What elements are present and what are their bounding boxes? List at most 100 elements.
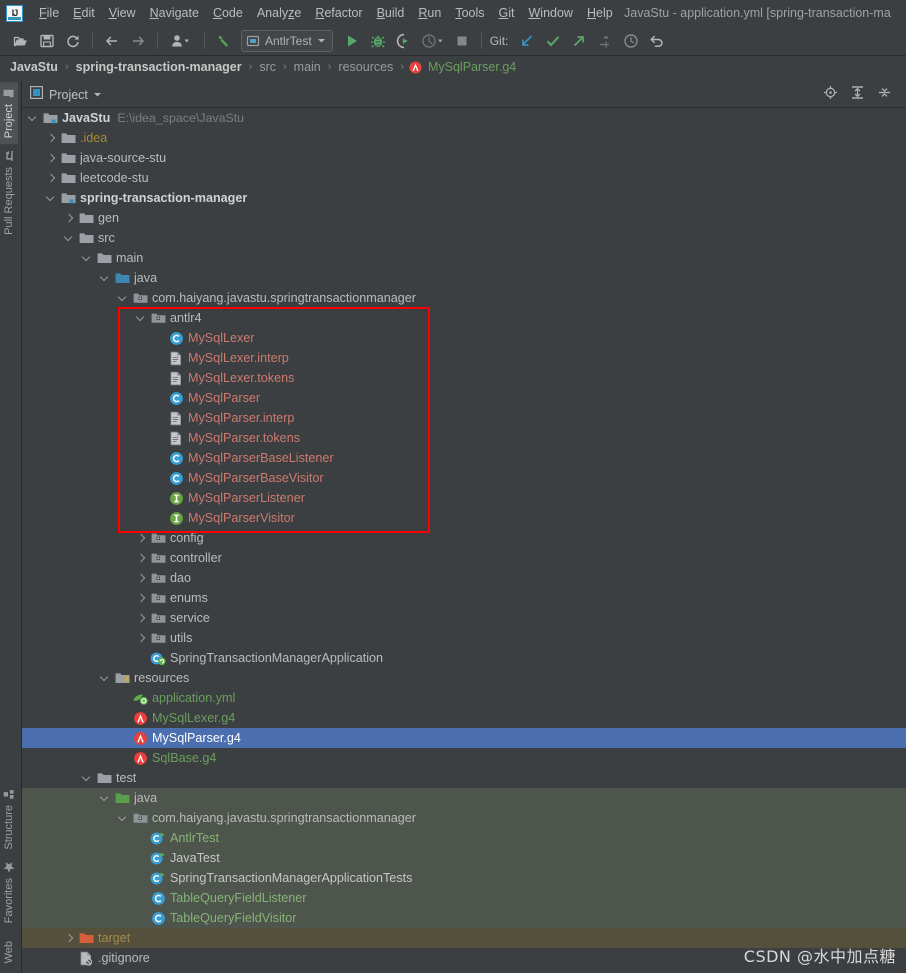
collapse-all-icon[interactable] [877, 85, 892, 105]
rail-tab-web[interactable]: Web [0, 930, 18, 969]
open-folder-icon[interactable] [8, 29, 34, 53]
hammer-icon[interactable] [211, 29, 237, 53]
tree-row[interactable]: dao [22, 568, 906, 588]
scroll-from-source-icon[interactable] [823, 85, 838, 105]
menu-item-navigate[interactable]: Navigate [143, 0, 206, 26]
chevron-down-icon[interactable] [100, 793, 111, 804]
profiler-icon[interactable] [417, 29, 449, 53]
chevron-down-icon[interactable] [28, 113, 39, 124]
chevron-right-icon[interactable] [64, 213, 75, 224]
tree-row[interactable]: MySqlParser [22, 388, 906, 408]
menu-item-file[interactable]: File [32, 0, 66, 26]
tree-row[interactable]: com.haiyang.javastu.springtransactionman… [22, 808, 906, 828]
menu-item-window[interactable]: Window [521, 0, 579, 26]
chevron-down-icon[interactable] [118, 813, 129, 824]
chevron-right-icon[interactable] [136, 633, 147, 644]
tree-row[interactable]: SpringTransactionManagerApplicationTests [22, 868, 906, 888]
git-push-arrow-icon[interactable] [566, 29, 592, 53]
chevron-down-icon[interactable] [118, 293, 129, 304]
tree-row[interactable]: AntlrTest [22, 828, 906, 848]
chevron-down-icon[interactable] [100, 273, 111, 284]
git-history-clock-icon[interactable] [618, 29, 644, 53]
chevron-down-icon[interactable] [82, 773, 93, 784]
chevron-right-icon[interactable] [136, 573, 147, 584]
project-tree[interactable]: JavaStuE:\idea_space\JavaStu.ideajava-so… [22, 108, 906, 973]
menu-item-build[interactable]: Build [370, 0, 412, 26]
chevron-right-icon[interactable] [46, 133, 57, 144]
tree-row[interactable]: java [22, 268, 906, 288]
run-configuration-selector[interactable]: AntlrTest [241, 30, 333, 52]
chevron-down-icon[interactable] [100, 673, 111, 684]
chevron-right-icon[interactable] [64, 933, 75, 944]
breadcrumb-item-1[interactable]: spring-transaction-manager [74, 60, 244, 74]
arrow-left-icon[interactable] [99, 29, 125, 53]
refresh-icon[interactable] [60, 29, 86, 53]
tree-row[interactable]: utils [22, 628, 906, 648]
tree-row[interactable]: test [22, 768, 906, 788]
tree-row[interactable]: .idea [22, 128, 906, 148]
chevron-down-icon[interactable] [82, 253, 93, 264]
save-icon[interactable] [34, 29, 60, 53]
chevron-down-icon[interactable] [93, 86, 102, 104]
breadcrumb-item-2[interactable]: src [257, 60, 278, 74]
chevron-right-icon[interactable] [136, 553, 147, 564]
arrow-right-icon[interactable] [125, 29, 151, 53]
tree-row[interactable]: main [22, 248, 906, 268]
tree-row[interactable]: config [22, 528, 906, 548]
tree-row[interactable]: MySqlParserVisitor [22, 508, 906, 528]
tree-row[interactable]: TableQueryFieldListener [22, 888, 906, 908]
tree-row[interactable]: SqlBase.g4 [22, 748, 906, 768]
tree-row[interactable]: leetcode-stu [22, 168, 906, 188]
expand-all-icon[interactable] [850, 85, 865, 105]
tree-row[interactable]: gen [22, 208, 906, 228]
chevron-right-icon[interactable] [46, 153, 57, 164]
run-play-icon[interactable] [339, 29, 365, 53]
rail-tab-pull-requests[interactable]: Pull Requests [0, 144, 18, 241]
rail-tab-structure[interactable]: Structure [0, 783, 18, 856]
tree-row[interactable]: antlr4 [22, 308, 906, 328]
tree-row[interactable]: spring-transaction-manager [22, 188, 906, 208]
menu-item-run[interactable]: Run [411, 0, 448, 26]
tree-row[interactable]: JavaStuE:\idea_space\JavaStu [22, 108, 906, 128]
menu-item-edit[interactable]: Edit [66, 0, 102, 26]
tree-row[interactable]: MySqlParserBaseListener [22, 448, 906, 468]
chevron-right-icon[interactable] [136, 613, 147, 624]
breadcrumb-item-5[interactable]: MySqlParser.g4 [426, 60, 518, 74]
tree-row[interactable]: java [22, 788, 906, 808]
chevron-right-icon[interactable] [136, 533, 147, 544]
menu-item-tools[interactable]: Tools [448, 0, 491, 26]
debug-bug-icon[interactable] [365, 29, 391, 53]
tree-row[interactable]: SpringTransactionManagerApplication [22, 648, 906, 668]
git-commit-check-icon[interactable] [540, 29, 566, 53]
tree-row[interactable]: TableQueryFieldVisitor [22, 908, 906, 928]
menu-item-analyze[interactable]: Analyze [250, 0, 308, 26]
tree-row[interactable]: MySqlLexer [22, 328, 906, 348]
menu-item-help[interactable]: Help [580, 0, 620, 26]
run-with-coverage-icon[interactable] [391, 29, 417, 53]
tree-row[interactable]: application.yml [22, 688, 906, 708]
undo-icon[interactable] [644, 29, 670, 53]
chevron-down-icon[interactable] [64, 233, 75, 244]
menu-item-git[interactable]: Git [492, 0, 522, 26]
breadcrumb-item-0[interactable]: JavaStu [8, 60, 60, 74]
rail-tab-project[interactable]: Project [0, 82, 18, 144]
rail-tab-favorites[interactable]: Favorites [0, 855, 18, 929]
menu-item-refactor[interactable]: Refactor [308, 0, 369, 26]
tree-row[interactable]: com.haiyang.javastu.springtransactionman… [22, 288, 906, 308]
user-dropdown-icon[interactable] [164, 29, 198, 53]
git-rollback-icon[interactable] [592, 29, 618, 53]
tree-row[interactable]: MySqlLexer.g4 [22, 708, 906, 728]
breadcrumb-item-3[interactable]: main [292, 60, 323, 74]
tree-row[interactable]: MySqlLexer.tokens [22, 368, 906, 388]
tree-row[interactable]: resources [22, 668, 906, 688]
chevron-down-icon[interactable] [136, 313, 147, 324]
tree-row[interactable]: JavaTest [22, 848, 906, 868]
tree-row[interactable]: enums [22, 588, 906, 608]
tree-row[interactable]: service [22, 608, 906, 628]
menu-item-view[interactable]: View [102, 0, 143, 26]
git-update-arrow-icon[interactable] [514, 29, 540, 53]
tree-row[interactable]: MySqlParserListener [22, 488, 906, 508]
chevron-right-icon[interactable] [136, 593, 147, 604]
tree-row[interactable]: MySqlParser.interp [22, 408, 906, 428]
tree-row[interactable]: MySqlLexer.interp [22, 348, 906, 368]
